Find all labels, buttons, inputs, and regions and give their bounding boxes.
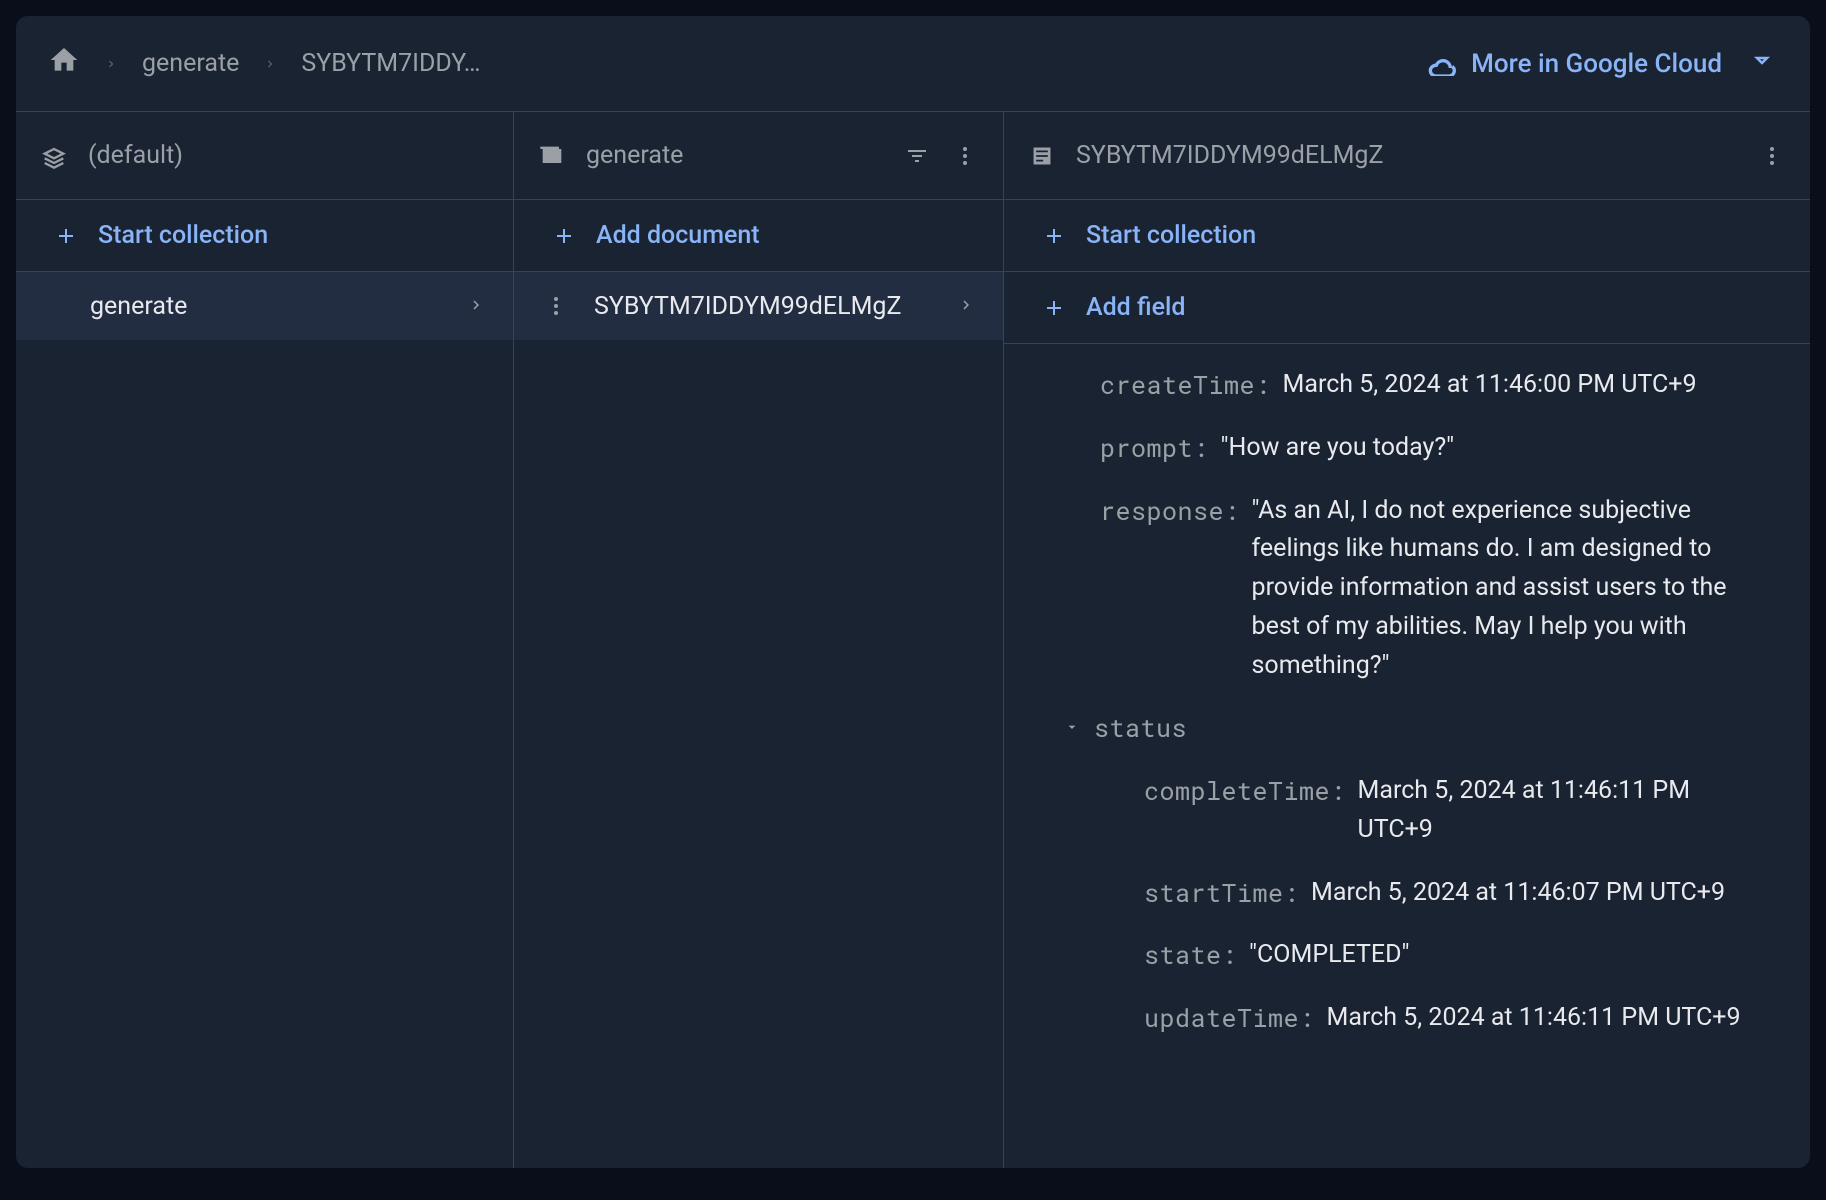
field-key: prompt: <box>1100 429 1209 468</box>
chevron-right-icon <box>467 292 485 321</box>
cloud-icon <box>1425 52 1457 76</box>
field-key: startTime: <box>1144 874 1299 913</box>
add-document-label: Add document <box>596 221 760 250</box>
panel-coll-header: generate <box>514 112 1003 200</box>
field-status-updatetime[interactable]: updateTime: March 5, 2024 at 11:46:11 PM… <box>1044 987 1770 1050</box>
field-value: March 5, 2024 at 11:46:11 PM UTC+9 <box>1358 772 1770 850</box>
panel-db-title: (default) <box>88 141 183 170</box>
field-status-state[interactable]: state: "COMPLETED" <box>1044 924 1770 987</box>
field-value: "As an AI, I do not experience subjectiv… <box>1252 492 1770 686</box>
collection-icon <box>538 142 566 170</box>
chevron-right-icon <box>104 52 118 76</box>
field-status[interactable]: status <box>1044 697 1770 760</box>
add-field-button[interactable]: Add field <box>1004 272 1810 344</box>
start-collection-button[interactable]: Start collection <box>16 200 513 272</box>
field-response[interactable]: response: "As an AI, I do not experience… <box>1044 480 1770 698</box>
document-item-menu[interactable] <box>542 292 570 320</box>
field-value: "COMPLETED" <box>1249 936 1410 975</box>
add-document-button[interactable]: Add document <box>514 200 1003 272</box>
field-key: completeTime: <box>1144 772 1346 811</box>
more-menu-button[interactable] <box>951 142 979 170</box>
field-key: updateTime: <box>1144 999 1315 1038</box>
panel-collection: generate Add document SYBYTM7IDDYM99dELM… <box>514 112 1004 1168</box>
app-root: generate SYBYTM7IDDY… More in Google Clo… <box>16 16 1810 1168</box>
plus-icon <box>552 224 576 248</box>
field-key: response: <box>1100 492 1240 531</box>
field-createtime[interactable]: createTime: March 5, 2024 at 11:46:00 PM… <box>1044 354 1770 417</box>
plus-icon <box>1042 296 1066 320</box>
panel-document: SYBYTM7IDDYM99dELMgZ Start collection Ad… <box>1004 112 1810 1168</box>
plus-icon <box>1042 224 1066 248</box>
field-key: createTime: <box>1100 366 1271 405</box>
chevron-right-icon <box>957 292 975 321</box>
panel-db-header: (default) <box>16 112 513 200</box>
field-key: status <box>1094 709 1187 748</box>
field-prompt[interactable]: prompt: "How are you today?" <box>1044 417 1770 480</box>
document-item-label: SYBYTM7IDDYM99dELMgZ <box>594 292 941 321</box>
doc-start-collection-button[interactable]: Start collection <box>1004 200 1810 272</box>
panel-doc-header: SYBYTM7IDDYM99dELMgZ <box>1004 112 1810 200</box>
panels: (default) Start collection generate gene… <box>16 112 1810 1168</box>
doc-more-menu-button[interactable] <box>1758 142 1786 170</box>
field-value: March 5, 2024 at 11:46:00 PM UTC+9 <box>1283 366 1697 405</box>
panel-doc-title: SYBYTM7IDDYM99dELMgZ <box>1076 141 1383 170</box>
document-icon <box>1028 142 1056 170</box>
triangle-down-icon <box>1064 709 1080 748</box>
more-google-cloud-link[interactable]: More in Google Cloud <box>1425 48 1778 79</box>
breadcrumb-item-generate[interactable]: generate <box>142 49 239 78</box>
doc-start-collection-label: Start collection <box>1086 221 1256 250</box>
doc-body: Add field createTime: March 5, 2024 at 1… <box>1004 272 1810 1168</box>
field-key: state: <box>1144 936 1237 975</box>
collection-item-generate[interactable]: generate <box>16 272 513 340</box>
filter-button[interactable] <box>903 142 931 170</box>
panel-database: (default) Start collection generate <box>16 112 514 1168</box>
field-value: March 5, 2024 at 11:46:11 PM UTC+9 <box>1327 999 1741 1038</box>
field-status-completetime[interactable]: completeTime: March 5, 2024 at 11:46:11 … <box>1044 760 1770 862</box>
add-field-label: Add field <box>1086 293 1185 322</box>
start-collection-label: Start collection <box>98 221 268 250</box>
panel-coll-title: generate <box>586 141 683 170</box>
doc-fields: createTime: March 5, 2024 at 11:46:00 PM… <box>1004 344 1810 1090</box>
cloud-link-label: More in Google Cloud <box>1471 49 1722 79</box>
topbar: generate SYBYTM7IDDY… More in Google Clo… <box>16 16 1810 112</box>
database-icon <box>40 142 68 170</box>
plus-icon <box>54 224 78 248</box>
collection-item-label: generate <box>90 292 451 321</box>
document-item[interactable]: SYBYTM7IDDYM99dELMgZ <box>514 272 1003 340</box>
field-status-starttime[interactable]: startTime: March 5, 2024 at 11:46:07 PM … <box>1044 862 1770 925</box>
field-value: "How are you today?" <box>1221 429 1455 468</box>
field-value: March 5, 2024 at 11:46:07 PM UTC+9 <box>1311 874 1725 913</box>
breadcrumb-item-document[interactable]: SYBYTM7IDDY… <box>301 49 480 78</box>
home-icon[interactable] <box>48 44 80 83</box>
breadcrumb: generate SYBYTM7IDDY… <box>48 44 480 83</box>
chevron-right-icon <box>263 52 277 76</box>
chevron-down-icon <box>1746 48 1778 79</box>
